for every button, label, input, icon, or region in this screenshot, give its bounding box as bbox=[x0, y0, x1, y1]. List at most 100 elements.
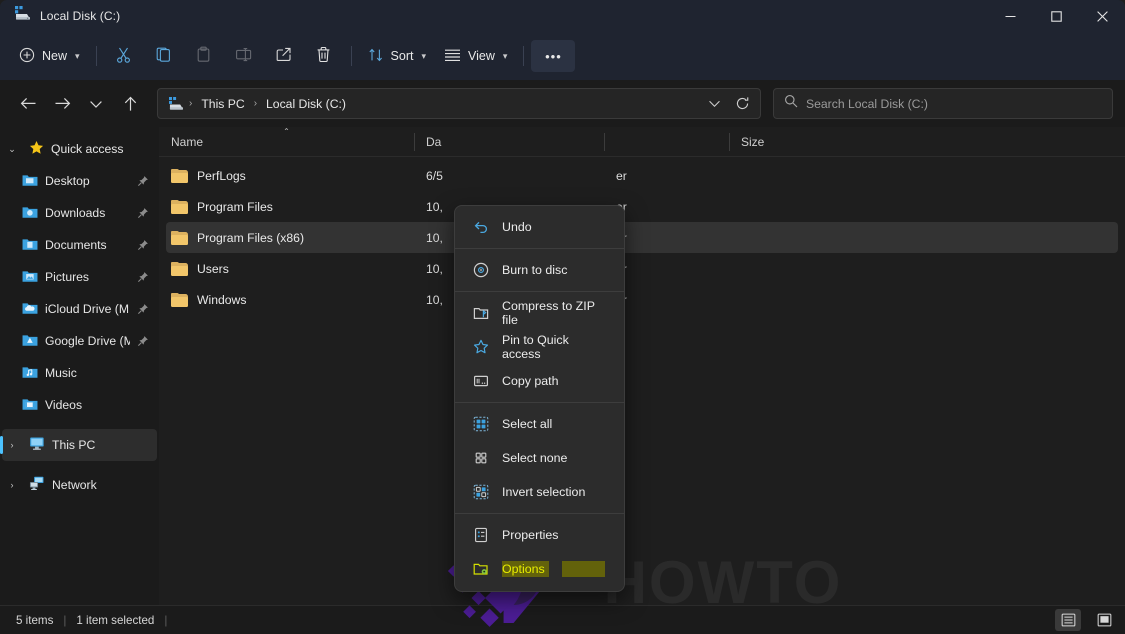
forward-button[interactable] bbox=[46, 89, 78, 119]
new-button[interactable]: New ▾ bbox=[10, 40, 89, 72]
up-button[interactable] bbox=[114, 89, 146, 119]
menu-item-label: Select none bbox=[502, 451, 568, 465]
menu-item-pin-to-quick-access[interactable]: Pin to Quick access bbox=[458, 330, 621, 364]
pin-icon[interactable] bbox=[137, 175, 151, 187]
breadcrumb-bar[interactable]: › This PC › Local Disk (C:) bbox=[157, 88, 761, 119]
column-header-date[interactable]: Da bbox=[414, 127, 604, 157]
select-none-icon bbox=[472, 450, 489, 466]
back-button[interactable] bbox=[12, 89, 44, 119]
sidebar-item-label: Downloads bbox=[45, 206, 106, 220]
menu-item-burn-to-disc[interactable]: Burn to disc bbox=[458, 253, 621, 287]
minimize-button[interactable] bbox=[987, 0, 1033, 32]
address-bar-row: › This PC › Local Disk (C:) Search Local… bbox=[0, 80, 1125, 127]
google-drive-folder-icon bbox=[22, 333, 38, 350]
table-row[interactable]: Program Files (x86) 10, er bbox=[166, 222, 1118, 253]
maximize-button[interactable] bbox=[1033, 0, 1079, 32]
column-header-size[interactable]: Size bbox=[729, 127, 809, 157]
menu-item-label: Burn to disc bbox=[502, 263, 568, 277]
share-button[interactable] bbox=[264, 40, 304, 72]
sort-button[interactable]: Sort ▾ bbox=[359, 40, 435, 72]
sidebar-item-this-pc[interactable]: › This PC bbox=[0, 429, 157, 461]
copy-button[interactable] bbox=[144, 40, 184, 72]
table-row[interactable]: Users 10, er bbox=[166, 253, 1118, 284]
pin-icon[interactable] bbox=[137, 239, 151, 251]
refresh-button[interactable] bbox=[728, 91, 756, 117]
star-outline-icon bbox=[472, 339, 489, 355]
sidebar-item-music[interactable]: Music bbox=[2, 357, 157, 389]
pin-icon[interactable] bbox=[137, 271, 151, 283]
menu-item-undo[interactable]: Undo bbox=[458, 210, 621, 244]
breadcrumb-dropdown-button[interactable] bbox=[700, 91, 728, 117]
sidebar-item-network[interactable]: › Network bbox=[2, 469, 157, 501]
menu-item-copy-path[interactable]: Copy path bbox=[458, 364, 621, 398]
toolbar-divider-2 bbox=[350, 46, 352, 66]
desktop-folder-icon bbox=[22, 173, 38, 190]
item-count-label: 5 items bbox=[16, 613, 54, 627]
file-type-cell: er bbox=[611, 262, 736, 276]
sidebar-item-desktop[interactable]: Desktop bbox=[2, 165, 157, 197]
column-header-name[interactable]: ⌃ Name bbox=[159, 127, 414, 157]
options-folder-icon bbox=[472, 561, 489, 577]
music-folder-icon bbox=[22, 365, 38, 382]
sidebar-item-downloads[interactable]: Downloads bbox=[2, 197, 157, 229]
view-button[interactable]: View ▾ bbox=[435, 40, 516, 72]
trash-icon bbox=[315, 46, 332, 66]
menu-item-select-all[interactable]: Select all bbox=[458, 407, 621, 441]
pin-icon[interactable] bbox=[137, 335, 151, 347]
sidebar-item-icloud-drive[interactable]: iCloud Drive (M bbox=[2, 293, 157, 325]
sidebar-item-quick-access[interactable]: ⌄ Quick access bbox=[2, 133, 157, 165]
menu-item-invert-selection[interactable]: Invert selection bbox=[458, 475, 621, 509]
sidebar-item-documents[interactable]: Documents bbox=[2, 229, 157, 261]
menu-separator bbox=[455, 248, 624, 249]
table-row[interactable]: PerfLogs 6/5 er bbox=[166, 160, 1118, 191]
file-name-cell: Windows bbox=[166, 292, 421, 307]
sidebar-item-videos[interactable]: Videos bbox=[2, 389, 157, 421]
cut-button[interactable] bbox=[104, 40, 144, 72]
table-row[interactable]: Program Files 10, er bbox=[166, 191, 1118, 222]
menu-item-label: Copy path bbox=[502, 374, 559, 388]
breadcrumb-local-disk[interactable]: Local Disk (C:) bbox=[260, 94, 352, 114]
menu-item-properties[interactable]: Properties bbox=[458, 518, 621, 552]
ellipsis-icon: ••• bbox=[545, 48, 562, 64]
command-toolbar: New ▾ Sort ▾ View ▾ ••• bbox=[0, 32, 1125, 80]
sidebar-item-label: Documents bbox=[45, 238, 107, 252]
view-list-icon bbox=[444, 48, 461, 65]
rename-button[interactable] bbox=[224, 40, 264, 72]
status-separator: | bbox=[164, 613, 168, 627]
toolbar-divider bbox=[95, 46, 97, 66]
table-row[interactable]: Windows 10, er bbox=[166, 284, 1118, 315]
search-box[interactable]: Search Local Disk (C:) bbox=[773, 88, 1113, 119]
sidebar-item-label: Pictures bbox=[45, 270, 90, 284]
title-bar-left: Local Disk (C:) bbox=[0, 6, 120, 26]
column-header-label: Da bbox=[426, 134, 442, 149]
sidebar-item-google-drive[interactable]: Google Drive (M bbox=[2, 325, 157, 357]
chevron-right-icon[interactable]: › bbox=[2, 480, 22, 490]
breadcrumb-separator: › bbox=[189, 98, 193, 109]
search-icon bbox=[784, 94, 798, 113]
large-icons-view-button[interactable] bbox=[1091, 609, 1117, 631]
search-input-placeholder[interactable]: Search Local Disk (C:) bbox=[806, 97, 928, 111]
menu-item-compress-to-zip[interactable]: Compress to ZIP file bbox=[458, 296, 621, 330]
status-bar: 5 items | 1 item selected | bbox=[0, 605, 1125, 634]
selection-label: 1 item selected bbox=[76, 613, 155, 627]
paste-button[interactable] bbox=[184, 40, 224, 72]
recent-locations-button[interactable] bbox=[80, 89, 112, 119]
details-view-button[interactable] bbox=[1055, 609, 1081, 631]
menu-item-select-none[interactable]: Select none bbox=[458, 441, 621, 475]
chevron-right-icon[interactable]: › bbox=[2, 440, 22, 450]
file-name-cell: PerfLogs bbox=[166, 168, 421, 183]
breadcrumb-this-pc[interactable]: This PC bbox=[195, 94, 250, 114]
title-bar: Local Disk (C:) bbox=[0, 0, 1125, 32]
sidebar-item-pictures[interactable]: Pictures bbox=[2, 261, 157, 293]
cut-icon bbox=[115, 46, 132, 66]
menu-item-options[interactable]: Options bbox=[458, 552, 621, 586]
chevron-down-icon[interactable]: ⌄ bbox=[2, 144, 22, 155]
sort-ascending-icon: ⌃ bbox=[283, 126, 290, 136]
file-name-cell: Program Files bbox=[166, 199, 421, 214]
close-button[interactable] bbox=[1079, 0, 1125, 32]
delete-button[interactable] bbox=[304, 40, 344, 72]
see-more-button[interactable]: ••• bbox=[531, 40, 576, 72]
pin-icon[interactable] bbox=[137, 303, 151, 315]
column-header-type[interactable] bbox=[604, 127, 729, 157]
pin-icon[interactable] bbox=[137, 207, 151, 219]
